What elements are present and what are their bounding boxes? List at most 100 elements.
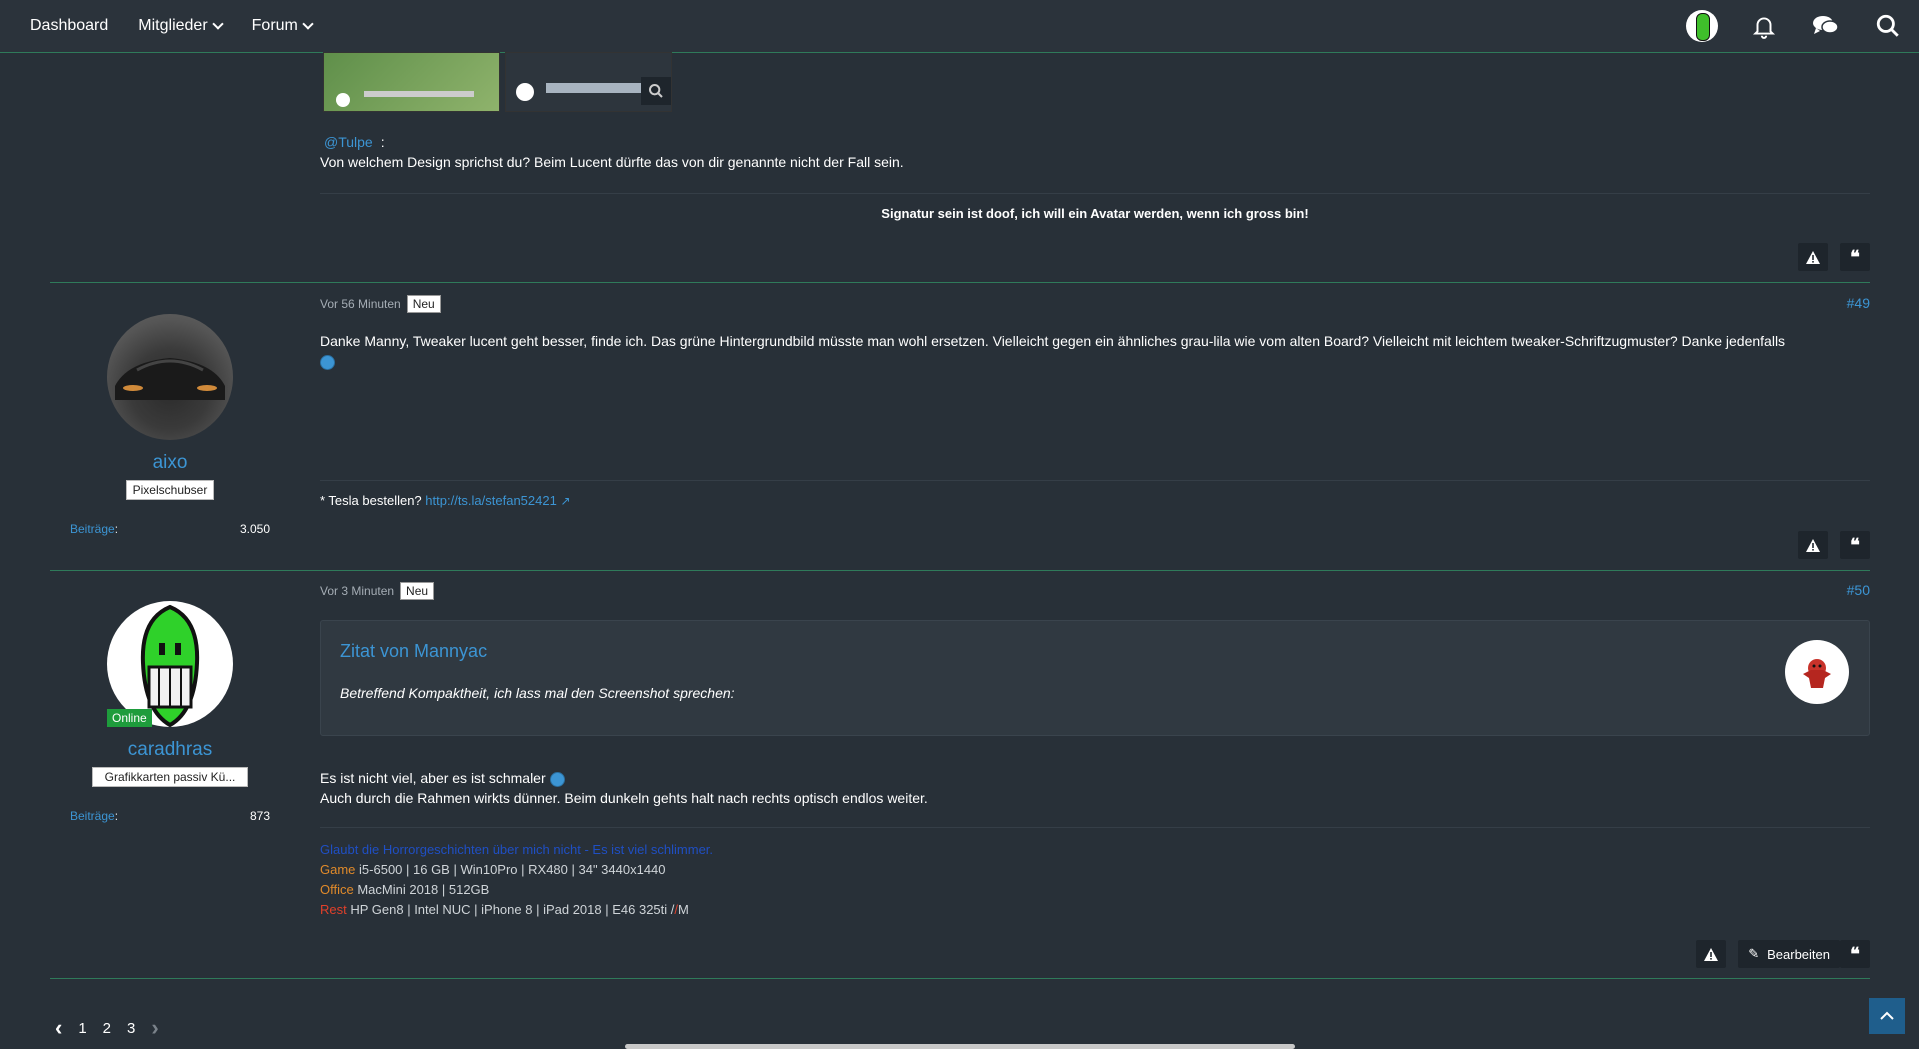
nav-forum[interactable]: Forum xyxy=(251,17,314,35)
search-icon xyxy=(1876,14,1899,37)
pencil-icon: ✎ xyxy=(1748,946,1760,961)
warning-icon xyxy=(1806,250,1820,264)
embedded-screenshot-1[interactable] xyxy=(323,52,500,112)
post-actions: ❝ xyxy=(1798,243,1870,271)
quote-icon: ❝ xyxy=(1850,944,1860,964)
post-separator xyxy=(50,978,1870,979)
search-button[interactable] xyxy=(1857,0,1919,52)
quote-button[interactable]: ❝ xyxy=(1840,940,1870,968)
divider xyxy=(320,480,1870,481)
user-rank: Grafikkarten passiv Kü... xyxy=(92,767,248,787)
chevron-down-icon xyxy=(302,18,314,30)
divider xyxy=(320,827,1870,828)
report-button[interactable] xyxy=(1798,243,1828,271)
mention-link[interactable]: @Tulpe xyxy=(324,134,373,150)
stat-value: 3.050 xyxy=(239,522,270,536)
signature-office: MacMini 2018 | 512GB xyxy=(357,882,490,897)
chevron-left-icon[interactable]: ‹ xyxy=(55,1015,62,1041)
posts-count: Beiträge: 3.050 xyxy=(70,522,270,536)
page-link-3[interactable]: 3 xyxy=(127,1020,135,1037)
stat-colon: : xyxy=(114,522,119,536)
post-body: Es ist nicht viel, aber es ist schmaler … xyxy=(320,768,1870,808)
post-meta: Vor 3 Minuten Neu xyxy=(320,582,1870,600)
report-button[interactable] xyxy=(1696,940,1727,968)
smiley-icon xyxy=(549,771,565,787)
scroll-to-top-button[interactable] xyxy=(1869,998,1905,1034)
post-separator xyxy=(50,282,1870,283)
signature-game-label: Game xyxy=(320,862,356,877)
top-navigation-bar: Dashboard Mitglieder Forum xyxy=(0,0,1919,53)
stat-value: 873 xyxy=(249,809,270,823)
edit-button[interactable]: ✎ Bearbeiten xyxy=(1738,940,1840,968)
post-time[interactable]: Vor 56 Minuten xyxy=(320,297,401,311)
car-image xyxy=(115,358,225,400)
signature-rest-tail: M xyxy=(678,902,689,917)
quote-button[interactable]: ❝ xyxy=(1840,243,1870,271)
chevron-down-icon xyxy=(211,18,224,30)
mention-suffix: : xyxy=(380,134,385,150)
horizontal-scrollbar[interactable] xyxy=(625,1044,1295,1049)
post-actions: ✎ Bearbeiten ❝ xyxy=(1696,940,1870,968)
user-rank: Pixelschubser xyxy=(125,480,215,500)
signature-text: * Tesla bestellen? xyxy=(320,493,422,508)
quote-block: Zitat von Mannyac Betreffend Kompaktheit… xyxy=(320,620,1870,736)
post-body: Danke Manny, Tweaker lucent geht besser,… xyxy=(320,331,1870,371)
stat-label[interactable]: Beiträge xyxy=(70,809,115,823)
signature-line1: Glaubt die Horrorgeschichten über mich n… xyxy=(320,842,714,857)
post-permalink[interactable]: #50 xyxy=(1847,582,1870,598)
signature: Glaubt die Horrorgeschichten über mich n… xyxy=(320,842,714,917)
signature-link[interactable]: http://ts.la/stefan52421 xyxy=(425,493,557,508)
chat-icon xyxy=(1813,16,1839,34)
edit-label: Bearbeiten xyxy=(1767,946,1830,962)
post-meta: Vor 56 Minuten Neu xyxy=(320,295,1870,313)
online-badge: Online xyxy=(107,709,152,727)
page-link-2[interactable]: 2 xyxy=(103,1020,111,1037)
author-panel-aixo: aixo Pixelschubser xyxy=(50,314,290,500)
quote-button[interactable]: ❝ xyxy=(1840,531,1870,559)
bell-icon xyxy=(1752,17,1776,39)
new-badge: Neu xyxy=(406,295,441,313)
pagination: ‹ 1 2 3 › xyxy=(55,1015,159,1041)
nav-dashboard[interactable]: Dashboard xyxy=(30,17,108,35)
nav-mitglieder[interactable]: Mitglieder xyxy=(138,17,224,35)
external-link-icon: ↗ xyxy=(560,494,571,508)
post-previous: @Tulpe: Von welchem Design sprichst du? … xyxy=(320,52,1870,282)
quote-icon: ❝ xyxy=(1850,535,1860,555)
conversations-button[interactable] xyxy=(1795,0,1857,52)
user-toolbar xyxy=(1671,0,1919,52)
posts-count: Beiträge: 873 xyxy=(70,809,270,823)
new-badge: Neu xyxy=(400,582,435,600)
stat-colon: : xyxy=(114,809,119,823)
chevron-right-icon[interactable]: › xyxy=(151,1015,158,1041)
post-text-line1: Es ist nicht viel, aber es ist schmaler xyxy=(320,770,546,786)
author-panel-caradhras: Online caradhras Grafikkarten passiv Kü.… xyxy=(50,601,290,787)
quote-title[interactable]: Zitat von Mannyac xyxy=(340,641,487,662)
nav-dashboard-label: Dashboard xyxy=(30,17,109,34)
post-permalink[interactable]: #49 xyxy=(1847,295,1870,311)
warning-icon xyxy=(1704,947,1719,961)
user-menu-button[interactable] xyxy=(1671,0,1733,52)
signature-office-label: Office xyxy=(320,882,354,897)
smiley-icon xyxy=(320,354,335,370)
post-50: Vor 3 Minuten Neu #50 Zitat von Mannyac … xyxy=(320,582,1870,972)
post-text: Von welchem Design sprichst du? Beim Luc… xyxy=(320,154,904,170)
post-time[interactable]: Vor 3 Minuten xyxy=(320,584,394,598)
username[interactable]: caradhras xyxy=(50,739,290,761)
username[interactable]: aixo xyxy=(50,452,290,474)
signature: Signatur sein ist doof, ich will ein Ava… xyxy=(881,206,1309,221)
search-icon xyxy=(649,84,663,98)
nav-mitglieder-label: Mitglieder xyxy=(138,17,208,34)
quote-author-avatar[interactable] xyxy=(1785,640,1849,704)
notifications-button[interactable] xyxy=(1733,0,1795,52)
post-actions: ❝ xyxy=(1798,531,1870,559)
stat-label[interactable]: Beiträge xyxy=(70,522,115,536)
post-separator xyxy=(50,570,1870,571)
report-button[interactable] xyxy=(1798,531,1828,559)
divider xyxy=(320,193,1870,194)
embedded-screenshot-2[interactable] xyxy=(505,52,672,112)
avatar[interactable] xyxy=(107,314,233,440)
signature-rest-label: Rest xyxy=(320,902,347,917)
page-link-1[interactable]: 1 xyxy=(78,1020,86,1037)
chevron-up-icon xyxy=(1880,1011,1894,1020)
nav-forum-label: Forum xyxy=(251,17,298,34)
